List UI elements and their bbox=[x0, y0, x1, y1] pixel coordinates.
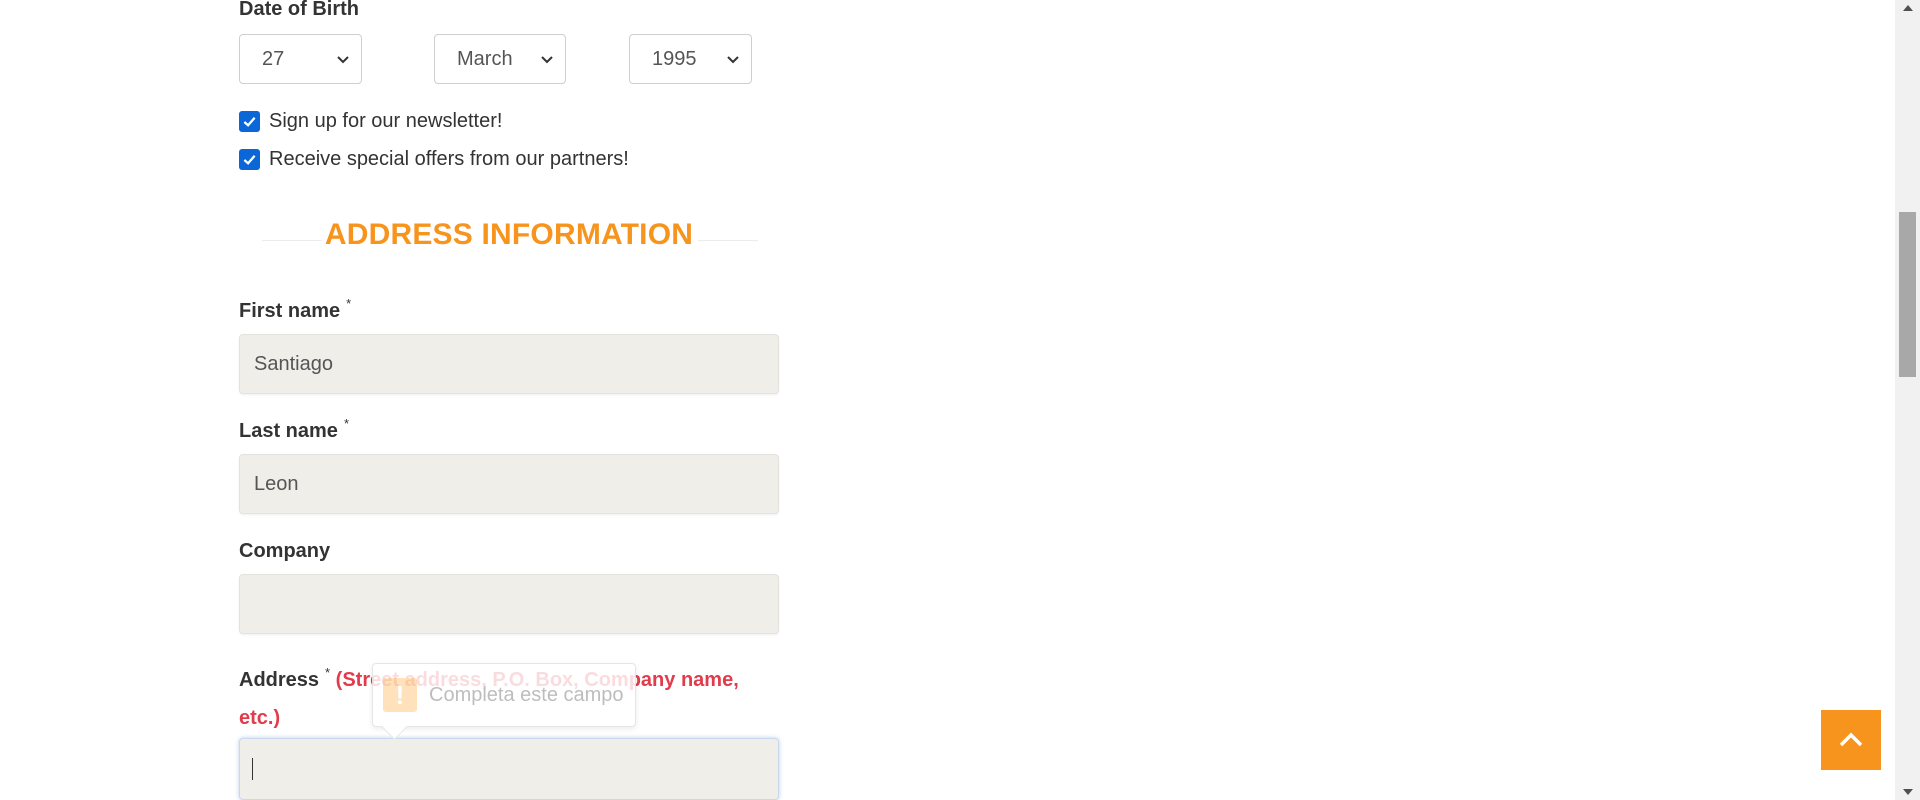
tooltip-message: Completa este campo bbox=[429, 683, 624, 706]
checkmark-icon bbox=[243, 155, 256, 165]
vertical-scrollbar[interactable] bbox=[1895, 0, 1920, 800]
birth-day-value: 27 bbox=[262, 47, 285, 70]
scroll-down-arrow-icon[interactable] bbox=[1895, 784, 1920, 800]
date-of-birth-label: Date of Birth bbox=[239, 0, 359, 20]
chevron-down-icon bbox=[727, 56, 739, 64]
chevron-down-icon bbox=[337, 56, 349, 64]
birth-year-select[interactable]: 1995 bbox=[629, 34, 752, 84]
required-mark: * bbox=[346, 296, 352, 311]
last-name-label-text: Last name bbox=[239, 420, 338, 442]
section-title: ADDRESS INFORMATION bbox=[324, 218, 694, 251]
chevron-down-icon bbox=[541, 56, 553, 64]
checkmark-icon bbox=[243, 117, 256, 127]
scrollbar-thumb[interactable] bbox=[1899, 212, 1916, 377]
birth-day-select[interactable]: 27 bbox=[239, 34, 362, 84]
company-label: Company bbox=[239, 540, 330, 563]
last-name-value: Leon bbox=[254, 472, 299, 495]
birth-year-value: 1995 bbox=[652, 47, 697, 70]
newsletter-checkbox[interactable] bbox=[239, 111, 260, 132]
chevron-up-icon bbox=[1839, 732, 1863, 747]
first-name-value: Santiago bbox=[254, 352, 333, 375]
birth-month-select[interactable]: March bbox=[434, 34, 566, 84]
first-name-label-text: First name bbox=[239, 300, 341, 322]
scroll-up-arrow-icon[interactable] bbox=[1895, 0, 1920, 16]
offers-checkbox[interactable] bbox=[239, 149, 260, 170]
address-input[interactable] bbox=[239, 738, 779, 800]
validation-tooltip: ! Completa este campo bbox=[372, 663, 636, 740]
warning-icon: ! bbox=[383, 678, 417, 712]
newsletter-label[interactable]: Sign up for our newsletter! bbox=[269, 110, 502, 133]
offers-row: Receive special offers from our partners… bbox=[239, 148, 629, 171]
required-mark: * bbox=[343, 416, 349, 431]
company-label-text: Company bbox=[239, 540, 331, 562]
company-input[interactable] bbox=[239, 574, 779, 634]
back-to-top-button[interactable] bbox=[1821, 710, 1881, 770]
last-name-label: Last name * bbox=[239, 416, 349, 443]
offers-label[interactable]: Receive special offers from our partners… bbox=[269, 148, 629, 171]
required-mark: * bbox=[325, 665, 331, 680]
first-name-input[interactable]: Santiago bbox=[239, 334, 779, 394]
newsletter-row: Sign up for our newsletter! bbox=[239, 110, 502, 133]
first-name-label: First name * bbox=[239, 296, 351, 323]
birth-month-value: March bbox=[457, 47, 513, 70]
last-name-input[interactable]: Leon bbox=[239, 454, 779, 514]
text-caret bbox=[252, 758, 253, 780]
address-label-text: Address bbox=[239, 669, 320, 691]
